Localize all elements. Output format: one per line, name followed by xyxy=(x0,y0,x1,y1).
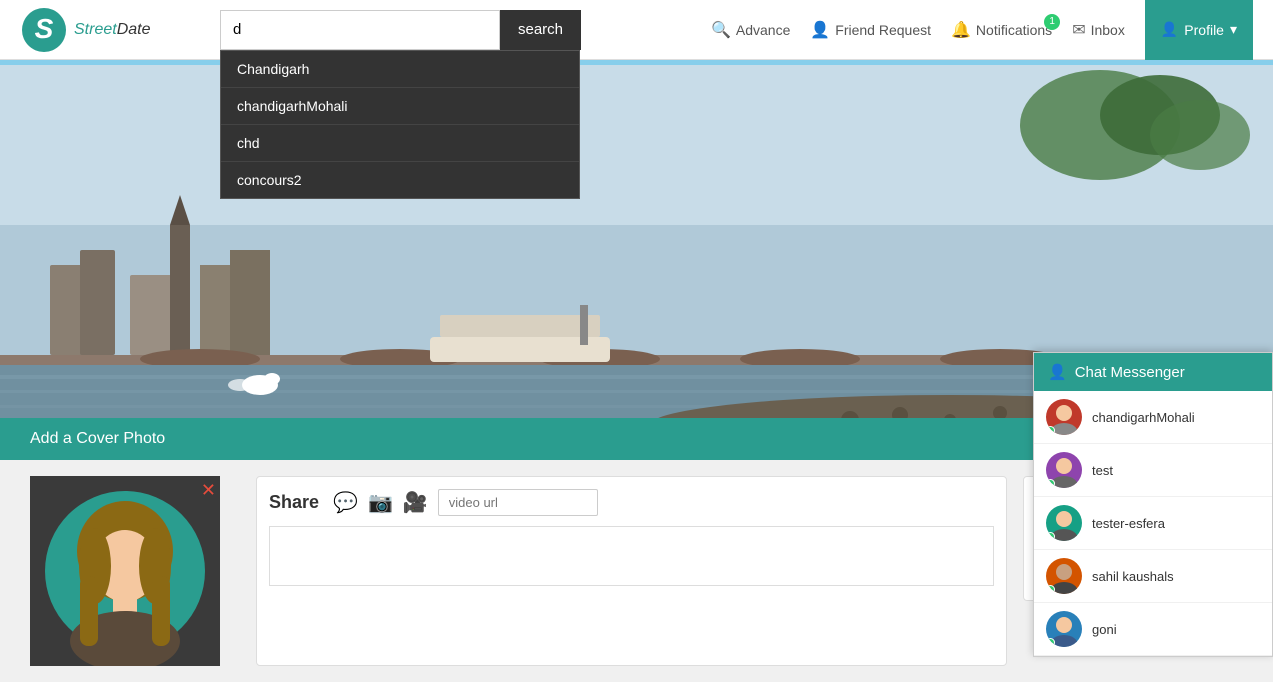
chat-name-tester-esfera: tester-esfera xyxy=(1092,516,1165,531)
chat-item-sahil-kaushals[interactable]: sahil kaushals xyxy=(1034,550,1272,603)
mail-icon: ✉ xyxy=(1072,20,1085,40)
chat-messenger: 👤 Chat Messenger chandigarhMohali test t… xyxy=(1033,352,1273,657)
chat-item-goni[interactable]: goni xyxy=(1034,603,1272,656)
logo-date: Date xyxy=(117,21,151,39)
notifications-link[interactable]: 🔔 Notifications 1 xyxy=(951,20,1052,40)
online-dot xyxy=(1046,532,1055,541)
share-textarea[interactable] xyxy=(269,526,994,586)
profile-avatar-box: ✕ xyxy=(30,476,220,666)
friend-request-label: Friend Request xyxy=(835,22,931,38)
inbox-label: Inbox xyxy=(1091,22,1125,38)
dropdown-item-chandigarhMohali[interactable]: chandigarhMohali xyxy=(221,88,579,125)
notification-badge: 1 xyxy=(1044,14,1060,30)
chat-name-test: test xyxy=(1092,463,1113,478)
svg-text:S: S xyxy=(35,13,54,44)
nav-right: 🔍 Advance 👤 Friend Request 🔔 Notificatio… xyxy=(711,0,1253,60)
person-profile-icon: 👤 xyxy=(1161,21,1178,38)
avatar-sahil-kaushals xyxy=(1046,558,1082,594)
camera-icon[interactable]: 📷 xyxy=(368,490,393,515)
online-dot xyxy=(1046,585,1055,594)
header: S Street Date search Chandigarh chandiga… xyxy=(0,0,1273,60)
chat-name-goni: goni xyxy=(1092,622,1117,637)
profile-label: Profile xyxy=(1184,22,1224,38)
logo-icon: S xyxy=(20,6,68,54)
friend-request-link[interactable]: 👤 Friend Request xyxy=(810,20,931,40)
avatar-image xyxy=(30,476,220,666)
search-button[interactable]: search xyxy=(500,10,581,50)
chevron-down-icon: ▾ xyxy=(1230,21,1237,38)
video-url-input[interactable] xyxy=(438,489,598,516)
close-icon[interactable]: ✕ xyxy=(201,480,216,501)
avatar-tester-esfera xyxy=(1046,505,1082,541)
search-dropdown: Chandigarh chandigarhMohali chd concours… xyxy=(220,50,580,199)
chat-item-tester-esfera[interactable]: tester-esfera xyxy=(1034,497,1272,550)
online-dot xyxy=(1046,479,1055,488)
search-input[interactable] xyxy=(220,10,500,50)
share-text-area xyxy=(269,526,994,591)
online-dot xyxy=(1046,426,1055,435)
profile-button[interactable]: 👤 Profile ▾ xyxy=(1145,0,1253,60)
video-icon[interactable]: 🎥 xyxy=(403,490,428,515)
comment-icon[interactable]: 💬 xyxy=(333,490,358,515)
advance-link[interactable]: 🔍 Advance xyxy=(711,20,790,40)
profile-section: ✕ xyxy=(30,476,240,666)
notifications-label: Notifications xyxy=(976,22,1052,38)
bell-icon: 🔔 xyxy=(951,20,971,40)
chat-messenger-title: Chat Messenger xyxy=(1075,364,1185,381)
logo-street: Street xyxy=(74,21,117,39)
share-title: Share xyxy=(269,492,319,513)
avatar-goni xyxy=(1046,611,1082,647)
chat-header: 👤 Chat Messenger xyxy=(1034,353,1272,391)
share-header: Share 💬 📷 🎥 xyxy=(269,489,994,516)
logo[interactable]: S Street Date xyxy=(20,6,200,54)
avatar-test xyxy=(1046,452,1082,488)
dropdown-item-chd[interactable]: chd xyxy=(221,125,579,162)
chat-item-test[interactable]: test xyxy=(1034,444,1272,497)
chat-name-sahil-kaushals: sahil kaushals xyxy=(1092,569,1174,584)
inbox-link[interactable]: ✉ Inbox xyxy=(1072,20,1125,40)
chat-item-chandigarhMohali[interactable]: chandigarhMohali xyxy=(1034,391,1272,444)
add-cover-label: Add a Cover Photo xyxy=(30,430,165,448)
share-icons: 💬 📷 🎥 xyxy=(333,489,598,516)
avatar-chandigarhMohali xyxy=(1046,399,1082,435)
advance-label: Advance xyxy=(736,22,790,38)
person-chat-icon: 👤 xyxy=(1048,363,1067,381)
chat-name-chandigarhMohali: chandigarhMohali xyxy=(1092,410,1195,425)
person-icon: 👤 xyxy=(810,20,830,40)
search-container: search Chandigarh chandigarhMohali chd c… xyxy=(220,10,600,50)
online-dot xyxy=(1046,638,1055,647)
share-box: Share 💬 📷 🎥 xyxy=(256,476,1007,666)
dropdown-item-chandigarh[interactable]: Chandigarh xyxy=(221,51,579,88)
search-icon: 🔍 xyxy=(711,20,731,40)
dropdown-item-concours2[interactable]: concours2 xyxy=(221,162,579,198)
